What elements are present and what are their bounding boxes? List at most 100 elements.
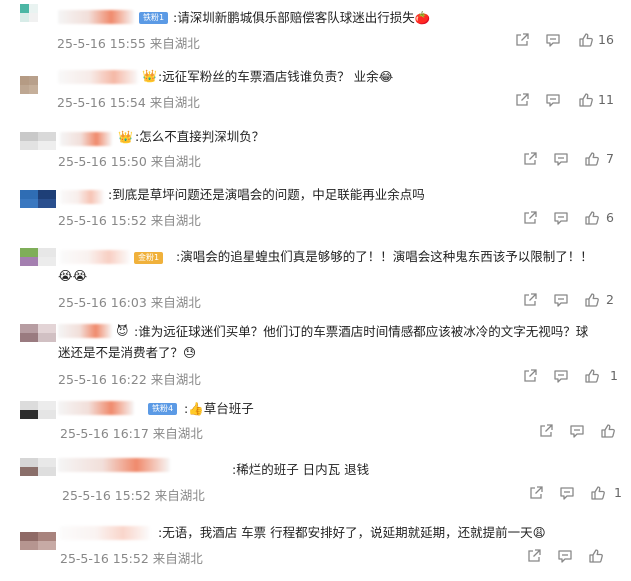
fan-badge: 金粉1: [134, 252, 164, 264]
comment-meta: 25-5-16 15:52 来自湖北: [58, 210, 201, 229]
avatar[interactable]: [20, 458, 56, 476]
like-count: 6: [606, 210, 614, 225]
comment-text: :请深圳新鹏城俱乐部赔偿客队球迷出行损失🍅: [173, 10, 431, 25]
like-count: 1: [614, 485, 622, 500]
comment-icon[interactable]: [557, 548, 573, 564]
comment-meta: 25-5-16 16:03 来自湖北: [58, 292, 201, 311]
like-icon[interactable]: [590, 485, 606, 501]
comment-item: 😈 :谁为远征球迷们买单？他们订的车票酒店时间情感都应该被冰冷的文字无视吗？球 …: [0, 318, 631, 390]
username[interactable]: [58, 401, 134, 415]
comment-icon[interactable]: [553, 292, 569, 308]
comment-date: 25-5-16 15:52: [62, 488, 151, 503]
comment-item: 金粉1 :演唱会的追星蝗虫们真是够够的了！！演唱会这种鬼东西该予以限制了！！ 😭…: [0, 240, 631, 312]
comment-actions: 7: [522, 151, 622, 167]
comment-text: :无语，我酒店 车票 行程都安排好了，说延期就延期，还就提前一天😩: [158, 525, 546, 540]
fan-badge: 铁粉4: [148, 403, 178, 415]
comment-meta: 25-5-16 16:22 来自湖北: [58, 369, 201, 388]
comment-icon[interactable]: [559, 485, 575, 501]
comment-location: 来自湖北: [150, 372, 201, 387]
username[interactable]: [58, 324, 112, 338]
comment-icon[interactable]: [553, 151, 569, 167]
like-icon[interactable]: [588, 548, 604, 564]
avatar[interactable]: [20, 132, 56, 150]
share-icon[interactable]: [522, 292, 538, 308]
comment-location: 来自湖北: [150, 213, 201, 228]
like-count: 11: [598, 92, 614, 107]
comment-location: 来自湖北: [154, 488, 205, 503]
like-icon[interactable]: [578, 92, 594, 108]
like-icon[interactable]: [584, 292, 600, 308]
username[interactable]: [58, 10, 134, 24]
comment-actions: 6: [522, 210, 622, 226]
comment-item: 铁粉4 :👍草台班子 25-5-16 16:17 来自湖北: [0, 395, 631, 445]
comment-actions: [538, 423, 628, 439]
avatar[interactable]: [20, 190, 56, 208]
username[interactable]: [60, 132, 112, 146]
comment-item: :无语，我酒店 车票 行程都安排好了，说延期就延期，还就提前一天😩 25-5-1…: [0, 518, 631, 578]
comment-meta: 25-5-16 15:54 来自湖北: [57, 92, 200, 111]
comment-actions: [526, 548, 626, 564]
avatar[interactable]: [20, 248, 56, 266]
share-icon[interactable]: [522, 210, 538, 226]
username[interactable]: [60, 250, 130, 264]
comment-actions: 16: [514, 32, 624, 48]
comment-item: 铁粉1 :请深圳新鹏城俱乐部赔偿客队球迷出行损失🍅 25-5-16 15:55 来…: [0, 0, 631, 55]
avatar[interactable]: [20, 401, 56, 419]
comment-text: :远征军粉丝的车票酒店钱谁负责？ 业余😂: [158, 69, 394, 84]
like-icon[interactable]: [584, 151, 600, 167]
like-icon[interactable]: [584, 368, 600, 384]
comment-date: 25-5-16 16:22: [58, 372, 147, 387]
username[interactable]: [58, 70, 138, 84]
like-count: 2: [606, 292, 614, 307]
comment-actions: 2: [522, 292, 622, 308]
fan-badge: 铁粉1: [139, 12, 169, 24]
comment-text: :👍草台班子: [184, 401, 254, 416]
comment-actions: 1: [522, 368, 622, 384]
like-count: 7: [606, 151, 614, 166]
avatar[interactable]: [20, 324, 56, 342]
like-icon[interactable]: [578, 32, 594, 48]
comment-text: :演唱会的追星蝗虫们真是够够的了！！演唱会这种鬼东西该予以限制了！！: [176, 249, 593, 264]
share-icon[interactable]: [538, 423, 554, 439]
username[interactable]: [60, 190, 104, 204]
share-icon[interactable]: [514, 92, 530, 108]
comment-actions: 1: [528, 485, 628, 501]
crown-icon: 😈: [116, 324, 129, 338]
share-icon[interactable]: [522, 368, 538, 384]
avatar[interactable]: [20, 4, 38, 22]
like-icon[interactable]: [584, 210, 600, 226]
comment-meta: 25-5-16 16:17 来自湖北: [60, 423, 203, 442]
comment-icon[interactable]: [553, 368, 569, 384]
comment-text: :稀烂的班子 日内瓦 退钱: [232, 462, 370, 477]
username[interactable]: [58, 458, 170, 472]
comment-item: 👑 :远征军粉丝的车票酒店钱谁负责？ 业余😂 25-5-16 15:54 来自湖北…: [0, 60, 631, 115]
comment-date: 25-5-16 15:52: [60, 551, 149, 566]
comment-icon[interactable]: [545, 92, 561, 108]
share-icon[interactable]: [514, 32, 530, 48]
comment-meta: 25-5-16 15:50 来自湖北: [58, 151, 201, 170]
comment-meta: 25-5-16 15:52 来自湖北: [62, 485, 205, 504]
share-icon[interactable]: [522, 151, 538, 167]
comment-icon[interactable]: [545, 32, 561, 48]
like-icon[interactable]: [600, 423, 616, 439]
like-count: 1: [610, 368, 618, 383]
username[interactable]: [60, 526, 150, 540]
comment-text-continued: 😭😭: [58, 268, 88, 283]
comment-date: 25-5-16 15:55: [57, 36, 146, 51]
comment-text-continued: 迷还是不是消费者了？😓: [58, 345, 197, 360]
comment-date: 25-5-16 15:54: [57, 95, 146, 110]
comment-text: :谁为远征球迷们买单？他们订的车票酒店时间情感都应该被冰冷的文字无视吗？球: [134, 324, 589, 339]
crown-icon: 👑: [118, 130, 133, 144]
comment-icon[interactable]: [569, 423, 585, 439]
comment-location: 来自湖北: [150, 295, 201, 310]
comment-text: :怎么不直接判深圳负？: [135, 129, 265, 144]
comment-item: :到底是草坪问题还是演唱会的问题，中足联能再业余点吗 25-5-16 15:52…: [0, 180, 631, 235]
avatar[interactable]: [20, 76, 38, 94]
share-icon[interactable]: [528, 485, 544, 501]
comment-date: 25-5-16 15:50: [58, 154, 147, 169]
avatar[interactable]: [20, 532, 56, 550]
comment-actions: 11: [514, 92, 624, 108]
comment-location: 来自湖北: [149, 95, 200, 110]
comment-icon[interactable]: [553, 210, 569, 226]
share-icon[interactable]: [526, 548, 542, 564]
